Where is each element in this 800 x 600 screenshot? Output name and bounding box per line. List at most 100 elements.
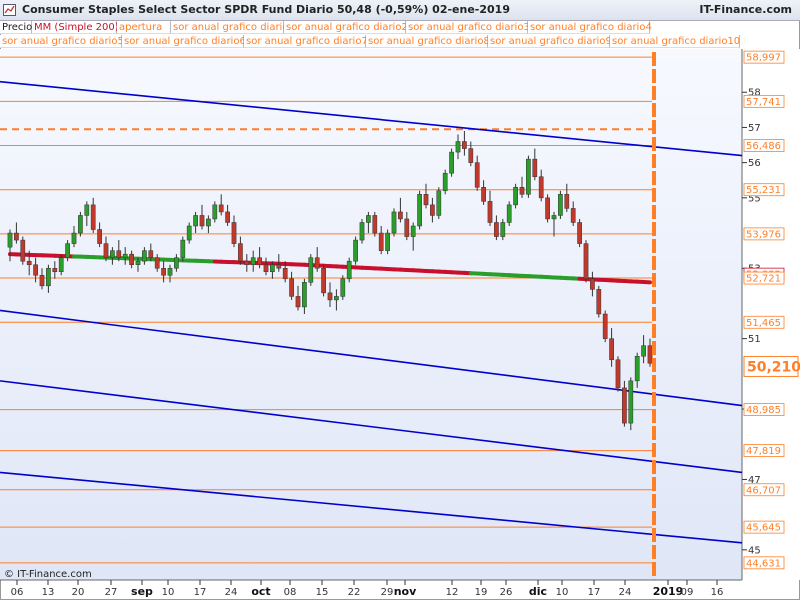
candle-up [186,225,192,241]
current-price-label: 50,210 [747,359,800,375]
legend-item[interactable]: sor anual grafico diario5 [0,35,124,48]
level-price-label: 48,985 [746,405,781,416]
candle-down [564,194,570,209]
candle-up [174,257,179,269]
x-month-label: 2019 [653,585,684,598]
candle-down [52,267,58,273]
legend-item[interactable]: sor anual grafico diario2 [284,21,408,34]
candle-down [609,338,614,361]
level-price-label: 44,631 [746,558,781,569]
x-month-label: nov [394,585,417,598]
legend-item[interactable]: sor anual grafico diario6 [122,35,246,48]
candle-up [7,232,13,248]
x-date-label: 20 [72,587,85,598]
chart-title: Consumer Staples Select Sector SPDR Fund… [22,3,510,16]
candle-down [538,176,544,199]
candle-down [647,345,653,364]
candle-up [167,267,173,276]
candle-up [641,345,646,357]
candle-down [423,194,429,206]
legend-item[interactable]: apertura [117,21,171,34]
legend-item[interactable]: sor anual grafico diario9 [488,35,612,48]
candle-down [295,296,301,308]
candle-up [122,253,128,258]
legend-item[interactable]: sor anual grafico diario8 [366,35,490,48]
candle-up [308,257,314,283]
legend-item[interactable]: Precio [0,21,32,34]
level-price-label: 53,976 [746,229,781,240]
candle-down [622,387,627,424]
candle-up [180,239,186,258]
candle-down [26,260,32,265]
candle-down [218,204,224,213]
legend-item[interactable]: sor anual grafico diario [171,21,288,34]
x-date-label: 22 [348,587,361,598]
candle-down [97,229,102,244]
candle-up [417,194,422,227]
candle-down [462,141,467,149]
candle-down [532,158,538,177]
x-date-label: 10 [556,587,569,598]
candle-up [206,218,211,227]
candle-down [468,148,474,163]
candle-up [513,187,518,206]
candle-up [628,380,634,424]
candle-down [257,257,262,265]
x-month-label: dic [529,585,547,598]
candle-down [199,215,205,227]
candle-down [430,204,435,216]
candle-up [385,232,390,251]
candle-down [225,211,230,223]
candle-down [590,278,595,290]
candle-up [346,260,352,280]
x-date-label: 06 [11,587,24,598]
candle-down [20,239,26,262]
candle-down [398,211,403,220]
candle-up [449,151,454,174]
candle-down [14,232,19,241]
candle-down [570,208,576,223]
candle-down [161,267,166,276]
candle-down [583,243,589,280]
legend-item[interactable]: MM (Simple 200) [32,21,119,34]
price-chart[interactable]: 585756555351494745 58,99757,74156,48655,… [0,0,800,600]
y-tick-label: 51 [748,334,761,345]
brand-name: IT-Finance.com [699,3,792,16]
candle-down [90,204,96,230]
candle-up [110,250,115,258]
x-date-label: 08 [284,587,297,598]
chart-icon [3,4,16,16]
x-date-label: 09 [681,587,694,598]
candle-up [340,278,346,297]
candle-up [193,215,198,227]
x-date-label: 12 [446,587,459,598]
legend-item[interactable]: sor anual grafico diario3 [406,21,530,34]
candle-up [551,215,557,220]
candle-down [116,250,122,258]
candle-up [250,257,256,265]
legend-item[interactable]: sor anual grafico diario4 [528,21,652,34]
candle-up [270,264,275,273]
legend-item[interactable]: sor anual grafico diario10 [610,35,740,48]
candle-down [404,218,410,237]
legend-item[interactable]: sor anual grafico diario7 [244,35,368,48]
level-price-label: 57,741 [746,97,781,108]
y-tick-label: 57 [748,123,761,134]
candle-up [135,260,141,265]
candle-up [46,267,51,287]
candle-up [78,215,83,234]
level-price-label: 51,465 [746,318,781,329]
level-price-label: 46,707 [746,485,781,496]
indicator-legend: Precio MM (Simple 200) apertura sor anual g… [0,21,742,49]
candle-up [142,250,147,262]
candle-up [58,257,64,273]
candle-up [526,158,531,195]
candle-down [238,243,243,262]
candle-down [314,257,320,269]
candle-up [366,215,371,223]
x-date-label: 29 [381,587,394,598]
candle-down [327,292,333,301]
candle-up [500,222,506,237]
candle-up [442,172,448,192]
candle-down [39,275,45,287]
